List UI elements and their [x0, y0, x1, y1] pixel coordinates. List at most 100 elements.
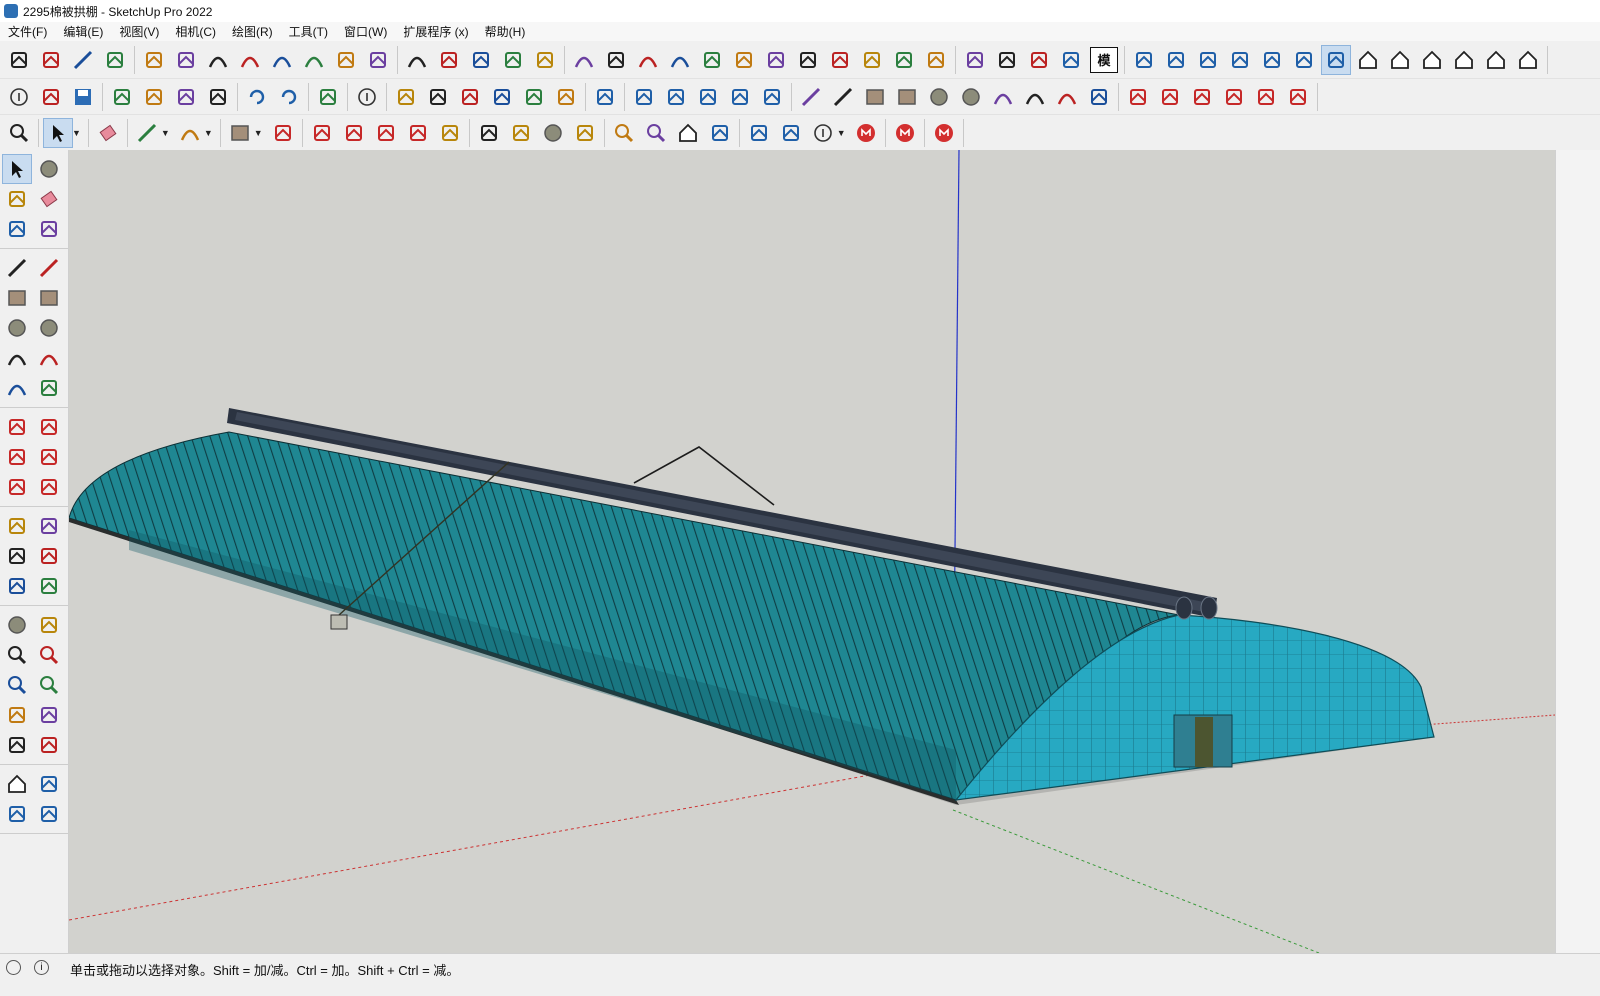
house-c-button[interactable]: [1449, 45, 1479, 75]
push-pull-button[interactable]: [4, 45, 34, 75]
extension-tool[interactable]: [34, 769, 64, 799]
rotate-button[interactable]: [1187, 82, 1217, 112]
eraser-button[interactable]: [93, 118, 123, 148]
text-button[interactable]: [474, 118, 504, 148]
tag-tool[interactable]: [34, 214, 64, 244]
arc2-tool[interactable]: [34, 343, 64, 373]
bars-button[interactable]: [100, 45, 130, 75]
front-button[interactable]: [1161, 45, 1191, 75]
zoom-extents-tool[interactable]: [2, 670, 32, 700]
extension2-button[interactable]: [776, 118, 806, 148]
bottom-button[interactable]: [1321, 44, 1351, 75]
scale-tool[interactable]: [2, 472, 32, 502]
fan-button[interactable]: [331, 45, 361, 75]
layers-tool[interactable]: [2, 799, 32, 829]
dash-curve-button[interactable]: [402, 45, 432, 75]
info-icon[interactable]: i: [34, 960, 49, 975]
undo-button[interactable]: [242, 82, 272, 112]
delete-button[interactable]: [203, 82, 233, 112]
pencil-button[interactable]: [796, 82, 826, 112]
text-tool[interactable]: [34, 541, 64, 571]
house-d-button[interactable]: [1481, 45, 1511, 75]
house-a-button[interactable]: [1353, 45, 1383, 75]
pushpull-tool[interactable]: [34, 412, 64, 442]
mirror-button[interactable]: [793, 45, 823, 75]
freehand-tool[interactable]: [34, 253, 64, 283]
zoom-window-tool[interactable]: [34, 640, 64, 670]
component-button[interactable]: [590, 82, 620, 112]
env-button[interactable]: [1024, 45, 1054, 75]
columns-button[interactable]: [761, 45, 791, 75]
zoom-extents-button[interactable]: [641, 118, 671, 148]
scale-button[interactable]: [403, 118, 433, 148]
menu-extensions[interactable]: 扩展程序 (x): [395, 23, 476, 40]
arc-button[interactable]: [988, 82, 1018, 112]
comb-button[interactable]: [729, 45, 759, 75]
text-button[interactable]: [487, 82, 517, 112]
menu-file[interactable]: 文件(F): [0, 23, 55, 40]
zoom-prev-tool[interactable]: [34, 670, 64, 700]
tape-tool[interactable]: [2, 511, 32, 541]
back-button[interactable]: [1225, 45, 1255, 75]
pan-tool[interactable]: [34, 610, 64, 640]
tape-button[interactable]: [391, 82, 421, 112]
model-viewport[interactable]: [69, 150, 1555, 953]
ruler-button[interactable]: [697, 45, 727, 75]
ruby3-button[interactable]: [929, 118, 959, 148]
panel-button[interactable]: [857, 45, 887, 75]
layers-button[interactable]: [744, 118, 774, 148]
menu-edit[interactable]: 编辑(E): [55, 23, 111, 40]
save-button[interactable]: [68, 82, 98, 112]
arc-tool[interactable]: [2, 343, 32, 373]
paint-tool[interactable]: [2, 184, 32, 214]
look-around-tool[interactable]: [34, 700, 64, 730]
line-button[interactable]: [68, 45, 98, 75]
pie-button[interactable]: [1084, 82, 1114, 112]
house-e-button[interactable]: [1513, 45, 1543, 75]
curve2-button[interactable]: [235, 45, 265, 75]
arch-button[interactable]: [267, 45, 297, 75]
rectangle-button[interactable]: [860, 82, 890, 112]
group-d-button[interactable]: [725, 82, 755, 112]
account-button[interactable]: [808, 118, 838, 148]
3dtext-tool[interactable]: [34, 571, 64, 601]
eraser-tool[interactable]: [34, 184, 64, 214]
followme-tool[interactable]: [34, 442, 64, 472]
top-button[interactable]: [1129, 45, 1159, 75]
table-button[interactable]: [36, 45, 66, 75]
home-button[interactable]: [1417, 45, 1447, 75]
brush-button[interactable]: [921, 45, 951, 75]
3dtext-button[interactable]: [551, 82, 581, 112]
geo-icon[interactable]: [6, 960, 21, 975]
left-button[interactable]: [1257, 45, 1287, 75]
group-e-button[interactable]: [757, 82, 787, 112]
pie-tool[interactable]: [34, 373, 64, 403]
info-button[interactable]: [352, 82, 382, 112]
open-button[interactable]: [36, 82, 66, 112]
component-tool[interactable]: [2, 214, 32, 244]
right-panel-strip[interactable]: [1555, 150, 1600, 953]
polygon-tool[interactable]: [34, 313, 64, 343]
dimension-button[interactable]: [171, 45, 201, 75]
scale-button[interactable]: [1251, 82, 1281, 112]
rotate-button[interactable]: [371, 118, 401, 148]
followme-button[interactable]: [1219, 82, 1249, 112]
model-info-button[interactable]: 模: [1090, 46, 1118, 73]
rotated-rect-tool[interactable]: [34, 283, 64, 313]
extension2-tool[interactable]: [34, 799, 64, 829]
pencil-button[interactable]: [132, 118, 162, 148]
dots-button[interactable]: [825, 45, 855, 75]
offset-button[interactable]: [1283, 82, 1313, 112]
spiral-button[interactable]: [665, 45, 695, 75]
freehand-button[interactable]: [828, 82, 858, 112]
group-c-button[interactable]: [693, 82, 723, 112]
layers-button[interactable]: [1289, 45, 1319, 75]
copy-button[interactable]: [139, 82, 169, 112]
dimension-tool[interactable]: [34, 511, 64, 541]
loop-button[interactable]: [299, 45, 329, 75]
menu-camera[interactable]: 相机(C): [167, 23, 224, 40]
wave-button[interactable]: [633, 45, 663, 75]
protractor-tool[interactable]: [2, 541, 32, 571]
warehouse-button[interactable]: [673, 118, 703, 148]
zoom-tool[interactable]: [2, 640, 32, 670]
